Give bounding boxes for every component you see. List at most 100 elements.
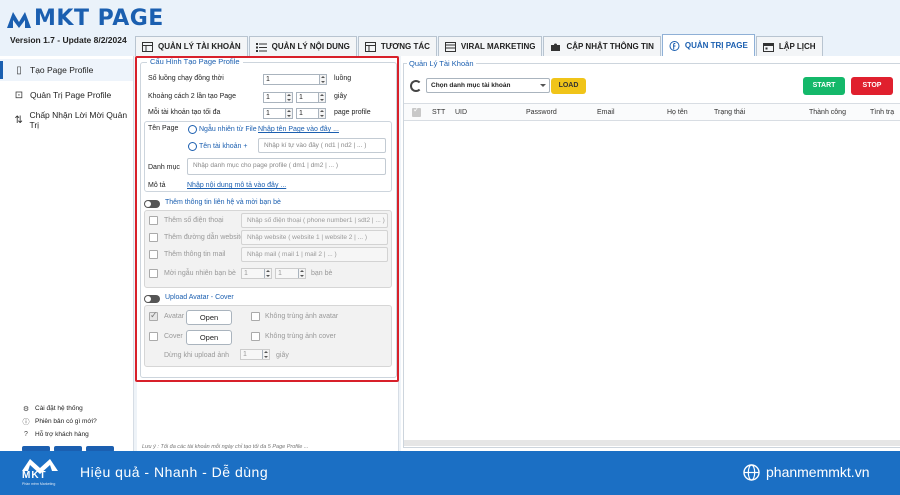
contact-section-title: Thêm thông tin liên hệ và mời bạn bè: [165, 199, 281, 206]
random-file-label: Ngẫu nhiên từ File: [199, 126, 257, 133]
puzzle-icon: [551, 43, 561, 51]
max-to-stepper[interactable]: 1: [296, 108, 326, 119]
column-header[interactable]: Họ tên: [667, 109, 688, 116]
pause-stepper[interactable]: 1: [240, 349, 270, 360]
column-header[interactable]: Password: [526, 109, 557, 116]
stepper-value: 1: [244, 270, 248, 277]
tab-quan-tri-page[interactable]: QUẢN TRỊ PAGE: [661, 34, 755, 56]
website-label: Thêm đường dẫn website: [164, 234, 245, 241]
stepper-value: 1: [266, 76, 270, 83]
invite-from-stepper[interactable]: 1: [241, 268, 272, 279]
stepper-arrows[interactable]: [319, 75, 326, 84]
globe-icon: [743, 464, 760, 481]
avatar-open-button[interactable]: Open: [186, 310, 232, 325]
sidebar-item-quan-tri-page-profile[interactable]: ⊡ Quản Trị Page Profile: [0, 84, 133, 106]
transfer-icon: ⇅: [14, 114, 23, 126]
tab-label: QUẢN TRỊ PAGE: [684, 41, 748, 50]
tab-lap-lich[interactable]: LẬP LỊCH: [755, 36, 823, 56]
sidebar-link-label: Hỗ trợ khách hàng: [35, 431, 89, 438]
stepper-arrows[interactable]: [262, 350, 269, 359]
account-name-radio[interactable]: [188, 142, 197, 151]
column-header[interactable]: UID: [455, 109, 467, 116]
refresh-icon[interactable]: [410, 80, 422, 92]
stop-button[interactable]: STOP: [851, 77, 893, 95]
interval-unit: giây: [334, 93, 347, 100]
contact-toggle[interactable]: [144, 200, 160, 208]
start-button[interactable]: START: [803, 77, 845, 95]
footer-logo-subtitle: Phần mềm Marketing: [22, 482, 56, 486]
footer-website[interactable]: phanmemmkt.vn: [766, 464, 869, 480]
gear-icon: ⚙: [22, 405, 30, 413]
no-dup-avatar-label: Không trùng ảnh avatar: [265, 313, 339, 320]
mail-checkbox[interactable]: [149, 250, 158, 259]
invite-checkbox[interactable]: [149, 269, 158, 278]
no-dup-cover-checkbox[interactable]: [251, 332, 260, 341]
support-link[interactable]: ? Hỗ trợ khách hàng: [0, 428, 134, 441]
stepper-value: 1: [299, 94, 303, 101]
stepper-value: 1: [266, 94, 270, 101]
random-file-link[interactable]: Nhập tên Page vào đây ...: [258, 126, 339, 133]
category-label: Danh mục: [148, 164, 180, 171]
system-settings-link[interactable]: ⚙ Cài đặt hệ thống: [0, 402, 134, 415]
load-button[interactable]: LOAD: [551, 78, 586, 94]
column-header[interactable]: STT: [432, 109, 445, 116]
no-dup-avatar-checkbox[interactable]: [251, 312, 260, 321]
avatar-checkbox[interactable]: [149, 310, 158, 321]
table-icon: [142, 41, 153, 52]
stepper-arrows[interactable]: [264, 269, 271, 278]
sidebar-item-tao-page-profile[interactable]: ▯ Tạo Page Profile: [0, 59, 133, 81]
tab-label: QUẢN LÝ TÀI KHOẢN: [158, 42, 241, 51]
phone-checkbox[interactable]: [149, 216, 158, 225]
stepper-arrows[interactable]: [285, 93, 292, 102]
tab-quan-ly-noi-dung[interactable]: QUẢN LÝ NỘI DUNG: [248, 36, 357, 56]
config-panel: Cấu Hình Tạo Page Profile Số luồng chạy …: [137, 56, 399, 451]
tab-label: QUẢN LÝ NỘI DUNG: [271, 42, 350, 51]
horizontal-scrollbar[interactable]: [404, 440, 900, 446]
tab-cap-nhat-thong-tin[interactable]: CẬP NHẬT THÔNG TIN: [543, 36, 661, 56]
description-link[interactable]: Nhập nội dung mô tả vào đây ...: [187, 182, 286, 189]
column-header[interactable]: Trạng thái: [714, 109, 745, 116]
account-table-header: STT UID Password Email Họ tên Trạng thái…: [404, 103, 900, 121]
sidebar-item-chap-nhan-loi-moi[interactable]: ⇅ Chấp Nhận Lời Mời Quản Trị: [0, 109, 133, 131]
config-legend: Cấu Hình Tạo Page Profile: [147, 57, 243, 66]
pause-label: Dừng khi upload ảnh: [164, 352, 230, 359]
stepper-arrows[interactable]: [318, 93, 325, 102]
stepper-value: 1: [278, 270, 282, 277]
table-icon: [364, 41, 376, 52]
website-input[interactable]: Nhập website ( website 1 | website 2 | .…: [241, 230, 388, 245]
account-name-input[interactable]: Nhập kí tự vào đây ( nd1 | nd2 | ... ): [258, 138, 386, 153]
column-header[interactable]: Tình trạ: [870, 109, 894, 116]
stepper-arrows[interactable]: [285, 109, 292, 118]
upload-section-title: Upload Avatar - Cover: [165, 294, 234, 301]
upload-toggle[interactable]: [144, 295, 160, 303]
column-header[interactable]: Email: [597, 109, 615, 116]
column-header[interactable]: Thành công: [809, 109, 846, 116]
phone-input[interactable]: Nhập số điện thoại ( phone number1 | sdt…: [241, 213, 388, 228]
select-all-checkbox[interactable]: [412, 105, 421, 117]
stepper-arrows[interactable]: [298, 269, 305, 278]
threads-stepper[interactable]: 1: [263, 74, 327, 85]
cover-open-button[interactable]: Open: [186, 330, 232, 345]
whats-new-link[interactable]: ⓘ Phiên bản có gì mới?: [0, 415, 134, 428]
invite-label: Mời ngẫu nhiên bạn bè: [164, 270, 236, 277]
mail-input[interactable]: Nhập mail ( mail 1 | mail 2 | ... ): [241, 247, 388, 262]
tab-tuong-tac[interactable]: TƯƠNG TÁC: [357, 36, 437, 56]
app-title: MKT PAGE: [34, 6, 164, 31]
interval-from-stepper[interactable]: 1: [263, 92, 293, 103]
account-category-select[interactable]: Chọn danh mục tài khoản: [426, 78, 550, 93]
website-checkbox[interactable]: [149, 233, 158, 242]
category-input[interactable]: Nhập danh mục cho page profile ( dm1 | d…: [187, 158, 386, 175]
app-header: MKT PAGE Version 1.7 - Update 8/2/2024 Q…: [0, 0, 900, 56]
main-tabs: QUẢN LÝ TÀI KHOẢN QUẢN LÝ NỘI DUNG TƯƠNG…: [135, 34, 824, 56]
interval-to-stepper[interactable]: 1: [296, 92, 326, 103]
tab-quan-ly-tai-khoan[interactable]: QUẢN LÝ TÀI KHOẢN: [135, 36, 248, 56]
list-icon: [255, 42, 267, 52]
invite-to-stepper[interactable]: 1: [275, 268, 306, 279]
tab-viral-marketing[interactable]: VIRAL MARKETING: [437, 36, 543, 56]
page-name-label: Tên Page: [148, 125, 179, 132]
max-from-stepper[interactable]: 1: [263, 108, 293, 119]
stepper-arrows[interactable]: [318, 109, 325, 118]
account-name-label: Tên tài khoản +: [199, 143, 248, 150]
cover-checkbox[interactable]: [149, 332, 158, 341]
random-file-radio[interactable]: [188, 125, 197, 134]
